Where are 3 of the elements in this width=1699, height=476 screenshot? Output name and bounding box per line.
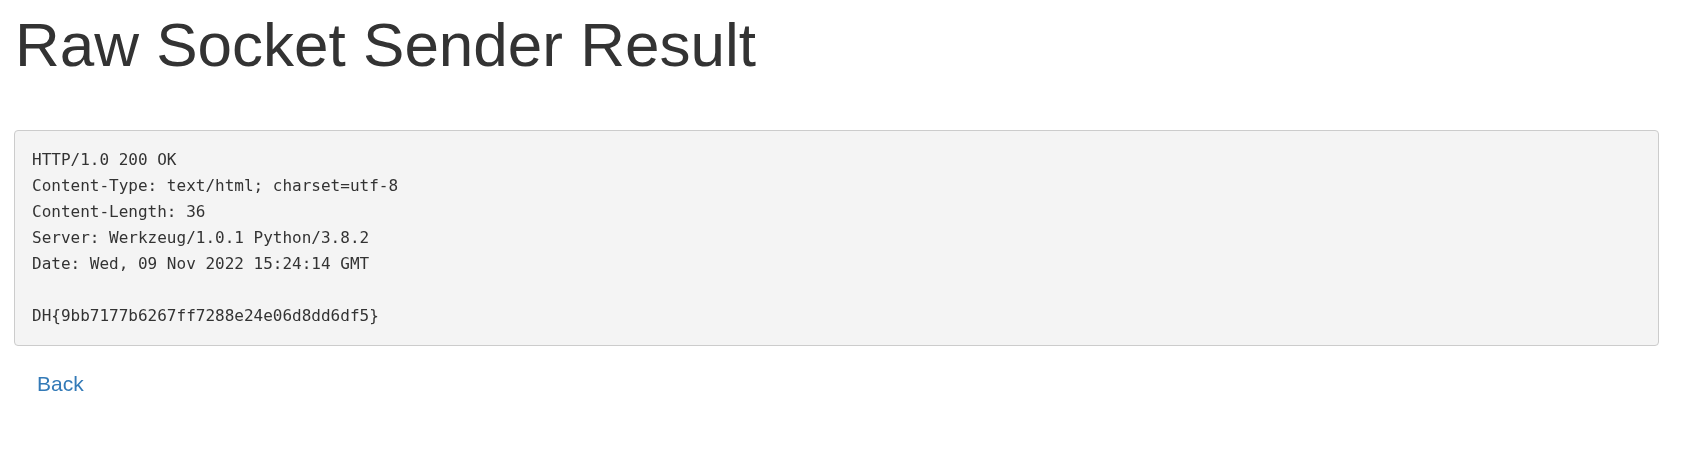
- page-title: Raw Socket Sender Result: [14, 9, 757, 81]
- back-link[interactable]: Back: [37, 368, 84, 400]
- response-output: HTTP/1.0 200 OK Content-Type: text/html; charset=utf-8 Content-Length: 36 Server: Werkzeug/1.0.1 Python/3.8.2 Date: Wed, 09 Nov 2022 15:24:14 GMT DH{9bb7177b6267ff7288e24e06d8dd6df5}: [14, 130, 1659, 346]
